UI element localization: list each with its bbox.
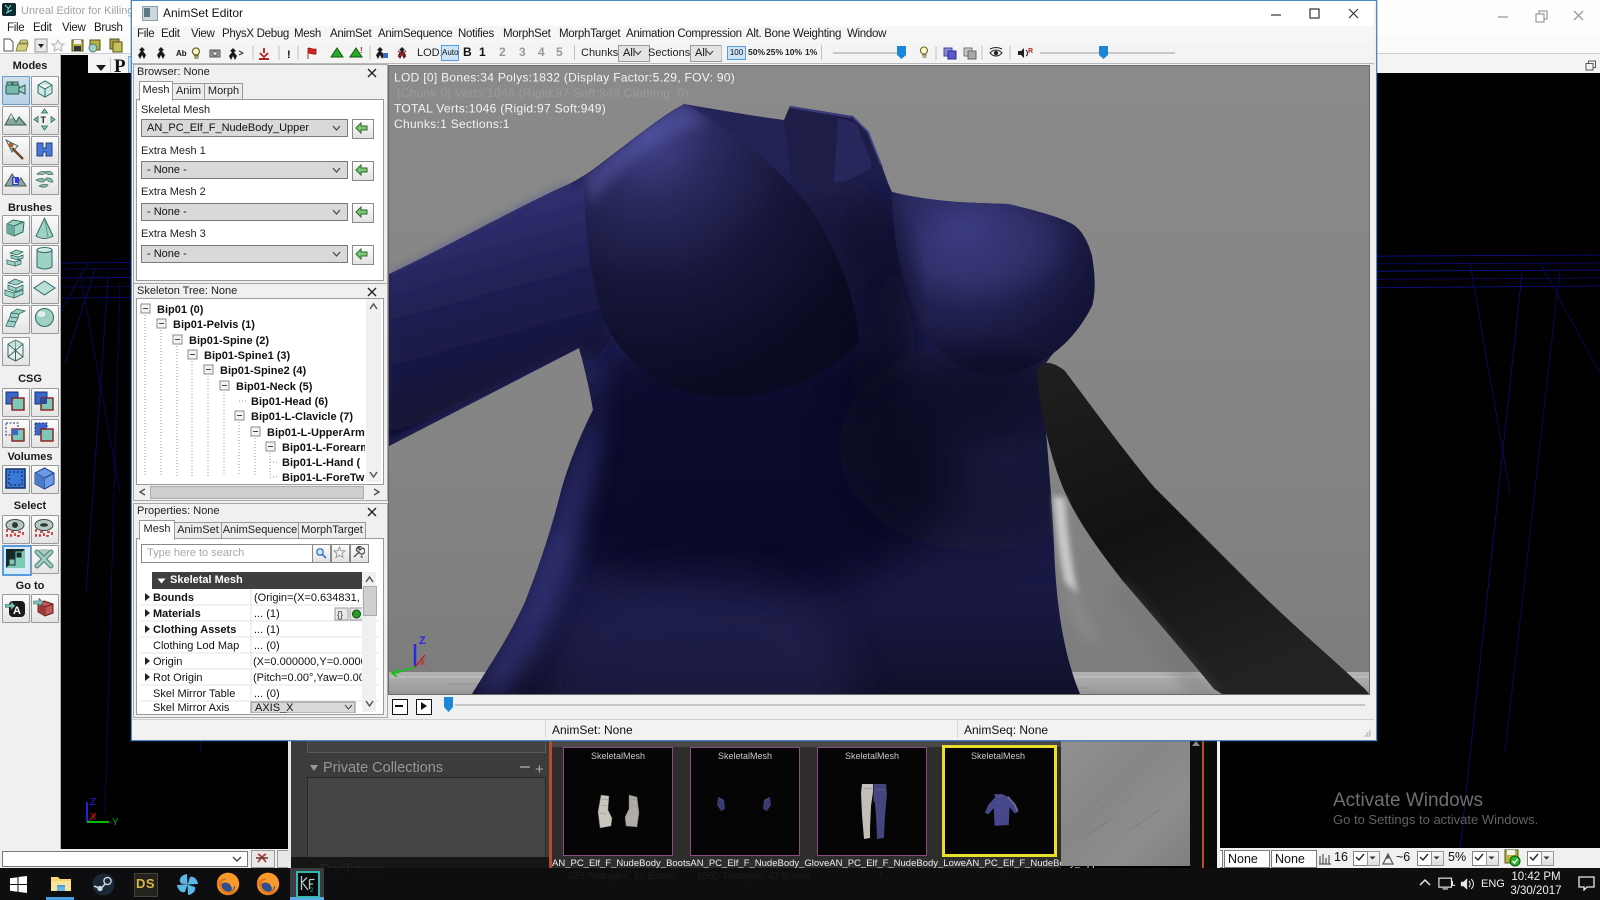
svg-text:Chunks:1 Sections:1: Chunks:1 Sections:1 (394, 117, 510, 131)
svg-text:Y: Y (112, 817, 119, 827)
svg-text:Clothing Lod Map: Clothing Lod Map (153, 640, 239, 652)
svg-text:... (1): ... (1) (254, 624, 280, 636)
svg-text:x: x (420, 657, 425, 668)
svg-text:(Origin=(X=0.634831,: (Origin=(X=0.634831, (254, 592, 360, 604)
svg-text:Bip01-Head (6): Bip01-Head (6) (251, 396, 328, 408)
svg-text:(Pitch=0.00°,Yaw=0.00°,: (Pitch=0.00°,Yaw=0.00°, (253, 672, 372, 684)
svg-text:... (1): ... (1) (254, 608, 280, 620)
svg-text:LOD [0] Bones:34 Polys:1832 (D: LOD [0] Bones:34 Polys:1832 (Display Fac… (394, 71, 735, 85)
svg-text:Bip01-Neck (5): Bip01-Neck (5) (236, 381, 313, 393)
svg-text:X: X (90, 811, 96, 821)
svg-text:Bip01-L-Clavicle (7): Bip01-L-Clavicle (7) (251, 411, 353, 423)
svg-text:AXIS_X: AXIS_X (255, 702, 294, 713)
svg-text:... (0): ... (0) (254, 640, 280, 652)
svg-text:T: T (41, 115, 47, 125)
svg-text:Bip01-L-ForeTw: Bip01-L-ForeTw (282, 472, 365, 482)
svg-text:... (0): ... (0) (254, 688, 280, 700)
svg-text:Z: Z (419, 635, 426, 647)
svg-text:Rot Origin: Rot Origin (153, 672, 203, 684)
svg-text:Bip01-Spine2 (4): Bip01-Spine2 (4) (220, 365, 307, 377)
svg-text:TOTAL Verts:1046 (Rigid:97 Sof: TOTAL Verts:1046 (Rigid:97 Soft:949) (394, 102, 606, 116)
svg-text:[Chunk 0] Verts:1046 (Rigid:97: [Chunk 0] Verts:1046 (Rigid:97 Soft:949 … (397, 86, 689, 100)
svg-text:Bip01 (0): Bip01 (0) (157, 304, 204, 316)
svg-text:Materials: Materials (153, 608, 201, 620)
svg-text:{}: {} (337, 610, 343, 620)
svg-text:Bounds: Bounds (153, 592, 194, 604)
svg-text:Bip01-Pelvis (1): Bip01-Pelvis (1) (173, 319, 255, 331)
svg-text:Origin: Origin (153, 656, 182, 668)
svg-text:Z: Z (90, 797, 96, 808)
svg-text:!: ! (360, 46, 363, 55)
svg-text:Ab: Ab (176, 49, 187, 58)
svg-text:Bip01-L-Hand (: Bip01-L-Hand ( (282, 457, 361, 469)
svg-text:2: 2 (310, 888, 314, 893)
svg-text:(X=0.000000,Y=0.00000: (X=0.000000,Y=0.00000 (253, 656, 373, 668)
svg-text:Skel Mirror Axis: Skel Mirror Axis (153, 702, 230, 713)
svg-text:!: ! (287, 49, 291, 61)
svg-text:L: L (13, 177, 18, 186)
svg-text:Bip01-L-Forearm (: Bip01-L-Forearm ( (282, 442, 365, 454)
svg-text:Bip01-Spine1 (3): Bip01-Spine1 (3) (204, 350, 291, 362)
svg-text:Skel Mirror Table: Skel Mirror Table (153, 688, 235, 700)
svg-text:Bip01-Spine (2): Bip01-Spine (2) (189, 335, 269, 347)
svg-text:Clothing Assets: Clothing Assets (153, 624, 236, 636)
svg-text:R: R (1028, 48, 1033, 55)
svg-text:Bip01-L-UpperArm (8: Bip01-L-UpperArm (8 (267, 427, 365, 439)
